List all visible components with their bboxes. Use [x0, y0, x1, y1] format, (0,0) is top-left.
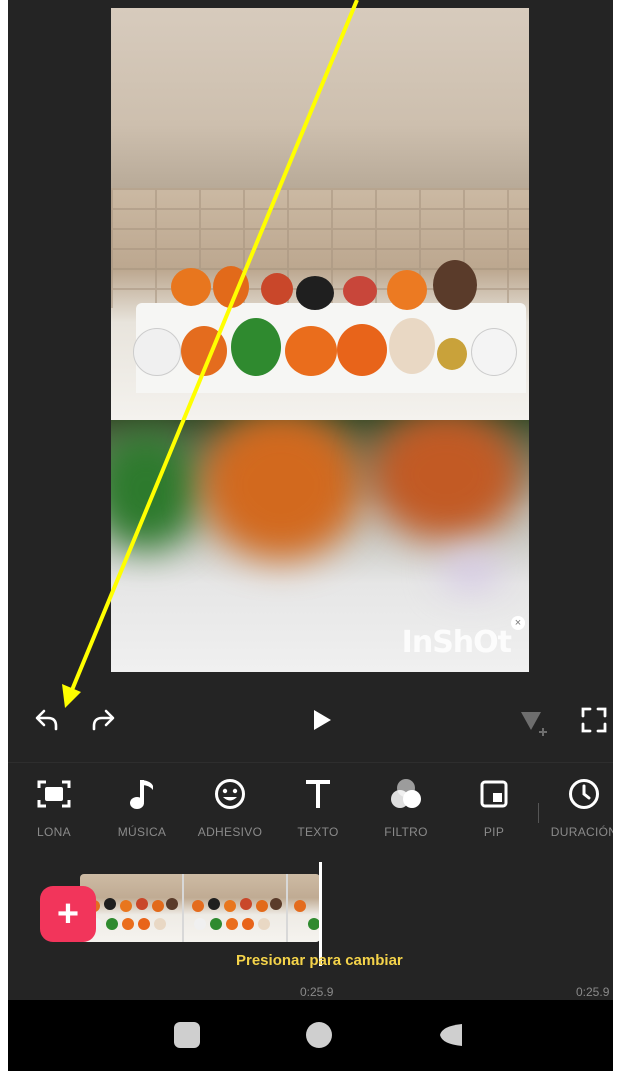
pumpkin — [471, 328, 517, 376]
pumpkin — [285, 326, 337, 376]
inshot-watermark[interactable]: InShOt — [402, 625, 512, 660]
tool-pip[interactable]: PIP — [454, 777, 534, 857]
change-hint: Presionar para cambiar — [236, 952, 403, 969]
sticker-icon — [213, 777, 247, 811]
play-icon[interactable] — [306, 704, 338, 736]
pumpkin — [231, 318, 281, 376]
tool-label: FILTRO — [384, 825, 428, 839]
redo-icon[interactable] — [86, 704, 118, 736]
pip-icon — [477, 777, 511, 811]
tool-label: PIP — [483, 825, 505, 839]
tool-label: TEXTO — [297, 825, 339, 839]
tool-adhesivo[interactable]: ADHESIVO — [190, 777, 270, 857]
watermark-close-icon[interactable]: × — [511, 616, 525, 630]
pumpkin — [389, 318, 435, 374]
playhead[interactable] — [319, 862, 322, 966]
keyframe-icon[interactable] — [516, 704, 550, 738]
pumpkin — [296, 276, 334, 310]
tool-lona[interactable]: LONA — [14, 777, 94, 857]
system-nav-bar — [8, 1000, 613, 1071]
text-icon — [301, 777, 335, 811]
edit-toolbar: LONA MÚSICA ADHESIVO TEXTO FILTRO PIP DU… — [8, 762, 613, 863]
pumpkin — [343, 276, 377, 306]
pumpkin — [171, 268, 211, 306]
music-icon — [125, 777, 159, 811]
clip-thumbnail — [184, 874, 288, 942]
pumpkin — [433, 260, 477, 310]
tool-duracion[interactable]: DURACIÓN — [544, 777, 613, 857]
pumpkin — [261, 273, 293, 305]
clock-icon — [567, 777, 601, 811]
video-frame — [111, 188, 529, 420]
pumpkin — [337, 324, 387, 376]
tool-label: MÚSICA — [117, 825, 167, 839]
tool-label: ADHESIVO — [197, 825, 263, 839]
toolbar-divider — [538, 803, 539, 823]
tool-musica[interactable]: MÚSICA — [102, 777, 182, 857]
video-preview[interactable]: InShOt × — [111, 8, 529, 672]
current-time: 0:25.9 — [300, 985, 334, 999]
clip-strip[interactable] — [80, 874, 320, 942]
pumpkin — [437, 338, 467, 370]
total-time: 0:25.9 — [576, 985, 610, 999]
video-blur-top — [111, 8, 529, 188]
clip-thumbnail — [288, 874, 320, 942]
pumpkin — [387, 270, 427, 310]
filter-icon — [389, 777, 423, 811]
pumpkin — [213, 266, 249, 308]
recents-icon[interactable] — [174, 1022, 200, 1048]
timeline[interactable]: + Presionar para cambiar 0:25.9 0:25.9 — [8, 862, 613, 1000]
back-icon[interactable] — [438, 1022, 464, 1048]
home-icon[interactable] — [306, 1022, 332, 1048]
add-clip-button[interactable]: + — [40, 886, 96, 942]
tool-filtro[interactable]: FILTRO — [366, 777, 446, 857]
pumpkin — [181, 326, 227, 376]
tool-texto[interactable]: TEXTO — [278, 777, 358, 857]
tool-label: LONA — [37, 825, 71, 839]
pumpkin — [133, 328, 181, 376]
app-window: InShOt × LONA MÚSICA ADHESIVO TEXTO FILT… — [8, 0, 613, 1071]
playback-controls — [8, 690, 613, 750]
fullscreen-icon[interactable] — [578, 704, 610, 736]
canvas-icon — [37, 777, 71, 811]
tool-label: DURACIÓN — [550, 825, 613, 839]
undo-icon[interactable] — [32, 704, 64, 736]
